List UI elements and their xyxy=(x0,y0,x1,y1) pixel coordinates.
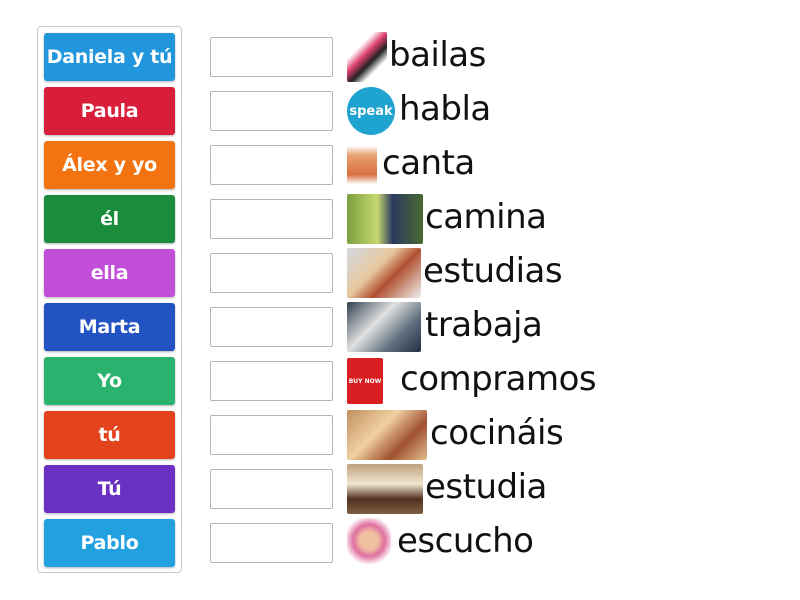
tile-6[interactable]: Yo xyxy=(44,357,175,405)
target-word: estudias xyxy=(423,251,563,291)
target-word: habla xyxy=(399,89,491,129)
tile-5[interactable]: Marta xyxy=(44,303,175,351)
target-word: escucho xyxy=(397,521,534,561)
drop-slot[interactable] xyxy=(210,469,333,509)
drop-slot[interactable] xyxy=(210,307,333,347)
target-word: canta xyxy=(382,143,475,183)
target-word: camina xyxy=(425,197,547,237)
image-caption: BUY NOW xyxy=(348,377,382,385)
target-word: estudia xyxy=(425,467,547,507)
tile-8[interactable]: Tú xyxy=(44,465,175,513)
drop-slot[interactable] xyxy=(210,145,333,185)
dancers-image xyxy=(347,32,387,82)
target-word: compramos xyxy=(400,359,597,399)
tile-9[interactable]: Pablo xyxy=(44,519,175,567)
tired-student-image xyxy=(347,464,423,514)
drop-slot[interactable] xyxy=(210,361,333,401)
target-word: bailas xyxy=(389,35,486,75)
tile-7[interactable]: tú xyxy=(44,411,175,459)
tile-3[interactable]: él xyxy=(44,195,175,243)
tile-1[interactable]: Paula xyxy=(44,87,175,135)
target-word: cocináis xyxy=(430,413,564,453)
target-word: trabaja xyxy=(425,305,543,345)
tile-2[interactable]: Álex y yo xyxy=(44,141,175,189)
cooking-image xyxy=(347,410,427,460)
drop-slot[interactable] xyxy=(210,37,333,77)
drop-slot[interactable] xyxy=(210,415,333,455)
drop-slot[interactable] xyxy=(210,523,333,563)
singing-girl-image xyxy=(347,141,377,189)
walking-image xyxy=(347,194,423,244)
studying-boy-image xyxy=(347,248,421,298)
drop-slot[interactable] xyxy=(210,253,333,293)
speak-bubble-image: speak xyxy=(347,87,395,135)
listening-girl-image xyxy=(347,518,391,568)
drop-slot[interactable] xyxy=(210,199,333,239)
tile-4[interactable]: ella xyxy=(44,249,175,297)
tile-0[interactable]: Daniela y tú xyxy=(44,33,175,81)
workers-image xyxy=(347,302,421,352)
buy-now-cart-image: BUY NOW xyxy=(347,358,383,404)
drop-slot[interactable] xyxy=(210,91,333,131)
image-caption: speak xyxy=(349,103,393,119)
